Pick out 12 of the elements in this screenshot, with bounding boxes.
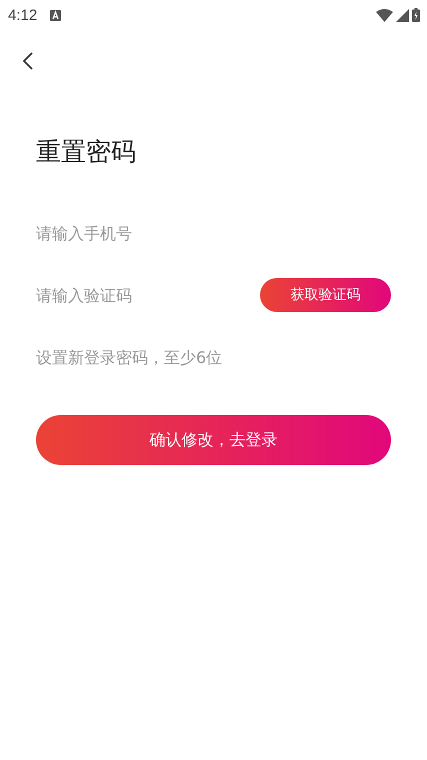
chevron-left-icon — [22, 51, 34, 71]
notification-icon — [50, 10, 62, 20]
input-field[interactable]: 请输入手机号 — [36, 224, 391, 242]
signal-icon — [396, 8, 409, 22]
wifi-icon — [376, 8, 393, 22]
submit-button[interactable]: 确认修改，去登录 — [36, 415, 391, 465]
page-title: 重置密码 — [36, 136, 137, 168]
get-code-button[interactable]: 获取验证码 — [260, 278, 391, 312]
battery-icon — [412, 8, 420, 22]
input-field[interactable]: 请输入验证码 — [36, 286, 260, 304]
status-time: 4:12 — [8, 6, 38, 24]
input-field[interactable]: 设置新登录密码，至少6位 — [36, 348, 391, 366]
